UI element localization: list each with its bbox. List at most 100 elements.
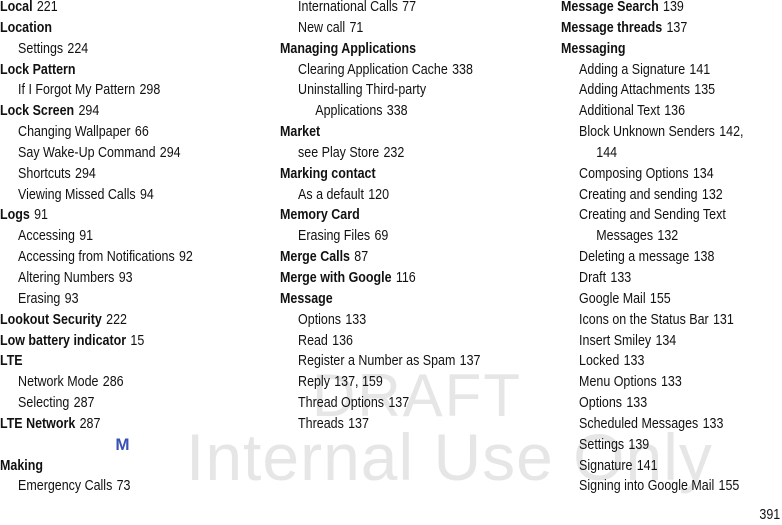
index-page-ref[interactable]: 287 xyxy=(74,395,95,411)
index-page-ref[interactable]: 294 xyxy=(160,145,181,161)
index-subentry: Say Wake-Up Command 294 xyxy=(0,143,228,164)
index-entry: Merge Calls 87 xyxy=(280,247,512,268)
index-term: LTE xyxy=(0,353,23,370)
index-subentry: Google Mail 155 xyxy=(561,289,751,310)
index-term: Locked xyxy=(579,353,620,370)
index-term: Viewing Missed Calls xyxy=(18,186,136,203)
index-term: Managing Applications xyxy=(280,40,417,57)
index-subentry: see Play Store 232 xyxy=(280,143,512,164)
index-entry: Market xyxy=(280,122,512,143)
index-page-ref[interactable]: 91 xyxy=(34,207,48,223)
index-term: Marking contact xyxy=(280,165,376,182)
index-subentry: Composing Options 134 xyxy=(561,164,751,185)
index-term: Settings xyxy=(18,40,64,57)
index-term: Creating and Sending Text xyxy=(579,207,726,224)
index-page-ref[interactable]: 137 xyxy=(460,353,481,369)
index-page-ref[interactable]: 71 xyxy=(349,20,363,36)
index-page-ref[interactable]: 134 xyxy=(693,166,714,182)
index-page-ref[interactable]: 69 xyxy=(374,228,388,244)
index-page-ref[interactable]: 136 xyxy=(664,103,685,119)
index-term: Location xyxy=(0,19,52,36)
index-page-ref[interactable]: 294 xyxy=(78,103,99,119)
index-page-ref[interactable]: 221 xyxy=(37,0,58,15)
index-subentry: Locked 133 xyxy=(561,351,751,372)
index-subentry: Thread Options 137 xyxy=(280,393,512,414)
index-term: Shortcuts xyxy=(18,165,71,182)
index-subentry: Options 133 xyxy=(561,393,751,414)
index-entry: LTE Network 287 xyxy=(0,414,228,435)
index-page-ref[interactable]: 133 xyxy=(626,395,647,411)
index-page-ref[interactable]: 137 xyxy=(388,395,409,411)
index-term: Low battery indicator xyxy=(0,332,127,349)
index-page-ref[interactable]: 133 xyxy=(624,353,645,369)
index-term: Merge with Google xyxy=(280,269,392,286)
index-page-ref[interactable]: 141 xyxy=(637,458,658,474)
index-page-ref[interactable]: 120 xyxy=(368,187,389,203)
index-term: Google Mail xyxy=(579,290,646,307)
index-page-ref[interactable]: 142, xyxy=(719,124,743,140)
index-page-ref[interactable]: 338 xyxy=(387,103,408,119)
index-page-ref[interactable]: 116 xyxy=(396,270,416,286)
index-subentry: Network Mode 286 xyxy=(0,372,228,393)
index-page-ref[interactable]: 222 xyxy=(106,312,127,328)
index-page-ref[interactable]: 77 xyxy=(402,0,416,15)
index-page-ref[interactable]: 134 xyxy=(655,333,676,349)
index-page-ref[interactable]: 133 xyxy=(661,374,682,390)
index-page-ref[interactable]: 132 xyxy=(657,228,678,244)
index-page-ref[interactable]: 91 xyxy=(79,228,93,244)
index-page-ref[interactable]: 137, 159 xyxy=(334,374,383,390)
index-page-ref[interactable]: 133 xyxy=(610,270,631,286)
index-term: Block Unknown Senders xyxy=(579,124,715,141)
index-page-ref[interactable]: 144 xyxy=(596,145,617,161)
index-subentry: Erasing 93 xyxy=(0,289,228,310)
index-page-ref[interactable]: 15 xyxy=(130,333,144,349)
index-page-ref[interactable]: 87 xyxy=(354,249,368,265)
index-entry: Lookout Security 222 xyxy=(0,310,228,331)
index-letter-heading: M xyxy=(115,434,130,454)
index-term: see Play Store xyxy=(298,144,380,161)
index-column-2: International Calls 77 New call 71 Managing … xyxy=(280,0,550,435)
index-page-ref[interactable]: 133 xyxy=(703,416,724,432)
index-page-ref[interactable]: 93 xyxy=(65,291,79,307)
index-page-ref[interactable]: 132 xyxy=(702,187,723,203)
index-page-ref[interactable]: 94 xyxy=(140,187,154,203)
index-entry: Lock Pattern xyxy=(0,60,228,81)
index-page-ref[interactable]: 136 xyxy=(332,333,353,349)
index-page-ref[interactable]: 139 xyxy=(663,0,684,15)
index-term: Erasing Files xyxy=(298,228,371,245)
index-entry: Logs 91 xyxy=(0,205,228,226)
index-subentry: Altering Numbers 93 xyxy=(0,268,228,289)
index-subentry: Adding a Signature 141 xyxy=(561,60,751,81)
index-subentry: Creating and sending 132 xyxy=(561,185,751,206)
index-page-ref[interactable]: 137 xyxy=(666,20,687,36)
index-subentry: Viewing Missed Calls 94 xyxy=(0,185,228,206)
index-entry: Marking contact xyxy=(280,164,512,185)
index-page-ref[interactable]: 298 xyxy=(139,82,160,98)
index-page-ref[interactable]: 155 xyxy=(650,291,671,307)
index-page-ref[interactable]: 133 xyxy=(345,312,366,328)
index-page-ref[interactable]: 287 xyxy=(80,416,101,432)
index-page-ref[interactable]: 286 xyxy=(103,374,124,390)
index-page-ref[interactable]: 294 xyxy=(75,166,96,182)
index-page-ref[interactable]: 139 xyxy=(628,437,649,453)
index-page-ref[interactable]: 131 xyxy=(713,312,734,328)
index-page-ref[interactable]: 66 xyxy=(135,124,149,140)
index-page-ref[interactable]: 135 xyxy=(694,82,715,98)
index-subentry: Additional Text 136 xyxy=(561,101,751,122)
index-term: Creating and sending xyxy=(579,186,698,203)
index-term: Additional Text xyxy=(579,103,660,120)
index-page-ref[interactable]: 232 xyxy=(383,145,404,161)
index-page-ref[interactable]: 93 xyxy=(119,270,133,286)
index-subentry: Menu Options 133 xyxy=(561,372,751,393)
index-page-ref[interactable]: 141 xyxy=(689,62,710,78)
index-entry: Managing Applications xyxy=(280,39,512,60)
index-page-ref[interactable]: 92 xyxy=(179,249,193,265)
index-page-ref[interactable]: 73 xyxy=(117,478,131,494)
index-page-ref[interactable]: 137 xyxy=(348,416,369,432)
index-term: Messaging xyxy=(561,40,626,57)
index-page-ref[interactable]: 138 xyxy=(694,249,715,265)
index-page-ref[interactable]: 338 xyxy=(452,62,473,78)
index-page-ref[interactable]: 224 xyxy=(67,41,88,57)
index-page-ref[interactable]: 155 xyxy=(719,478,740,494)
index-term: Network Mode xyxy=(18,374,99,391)
